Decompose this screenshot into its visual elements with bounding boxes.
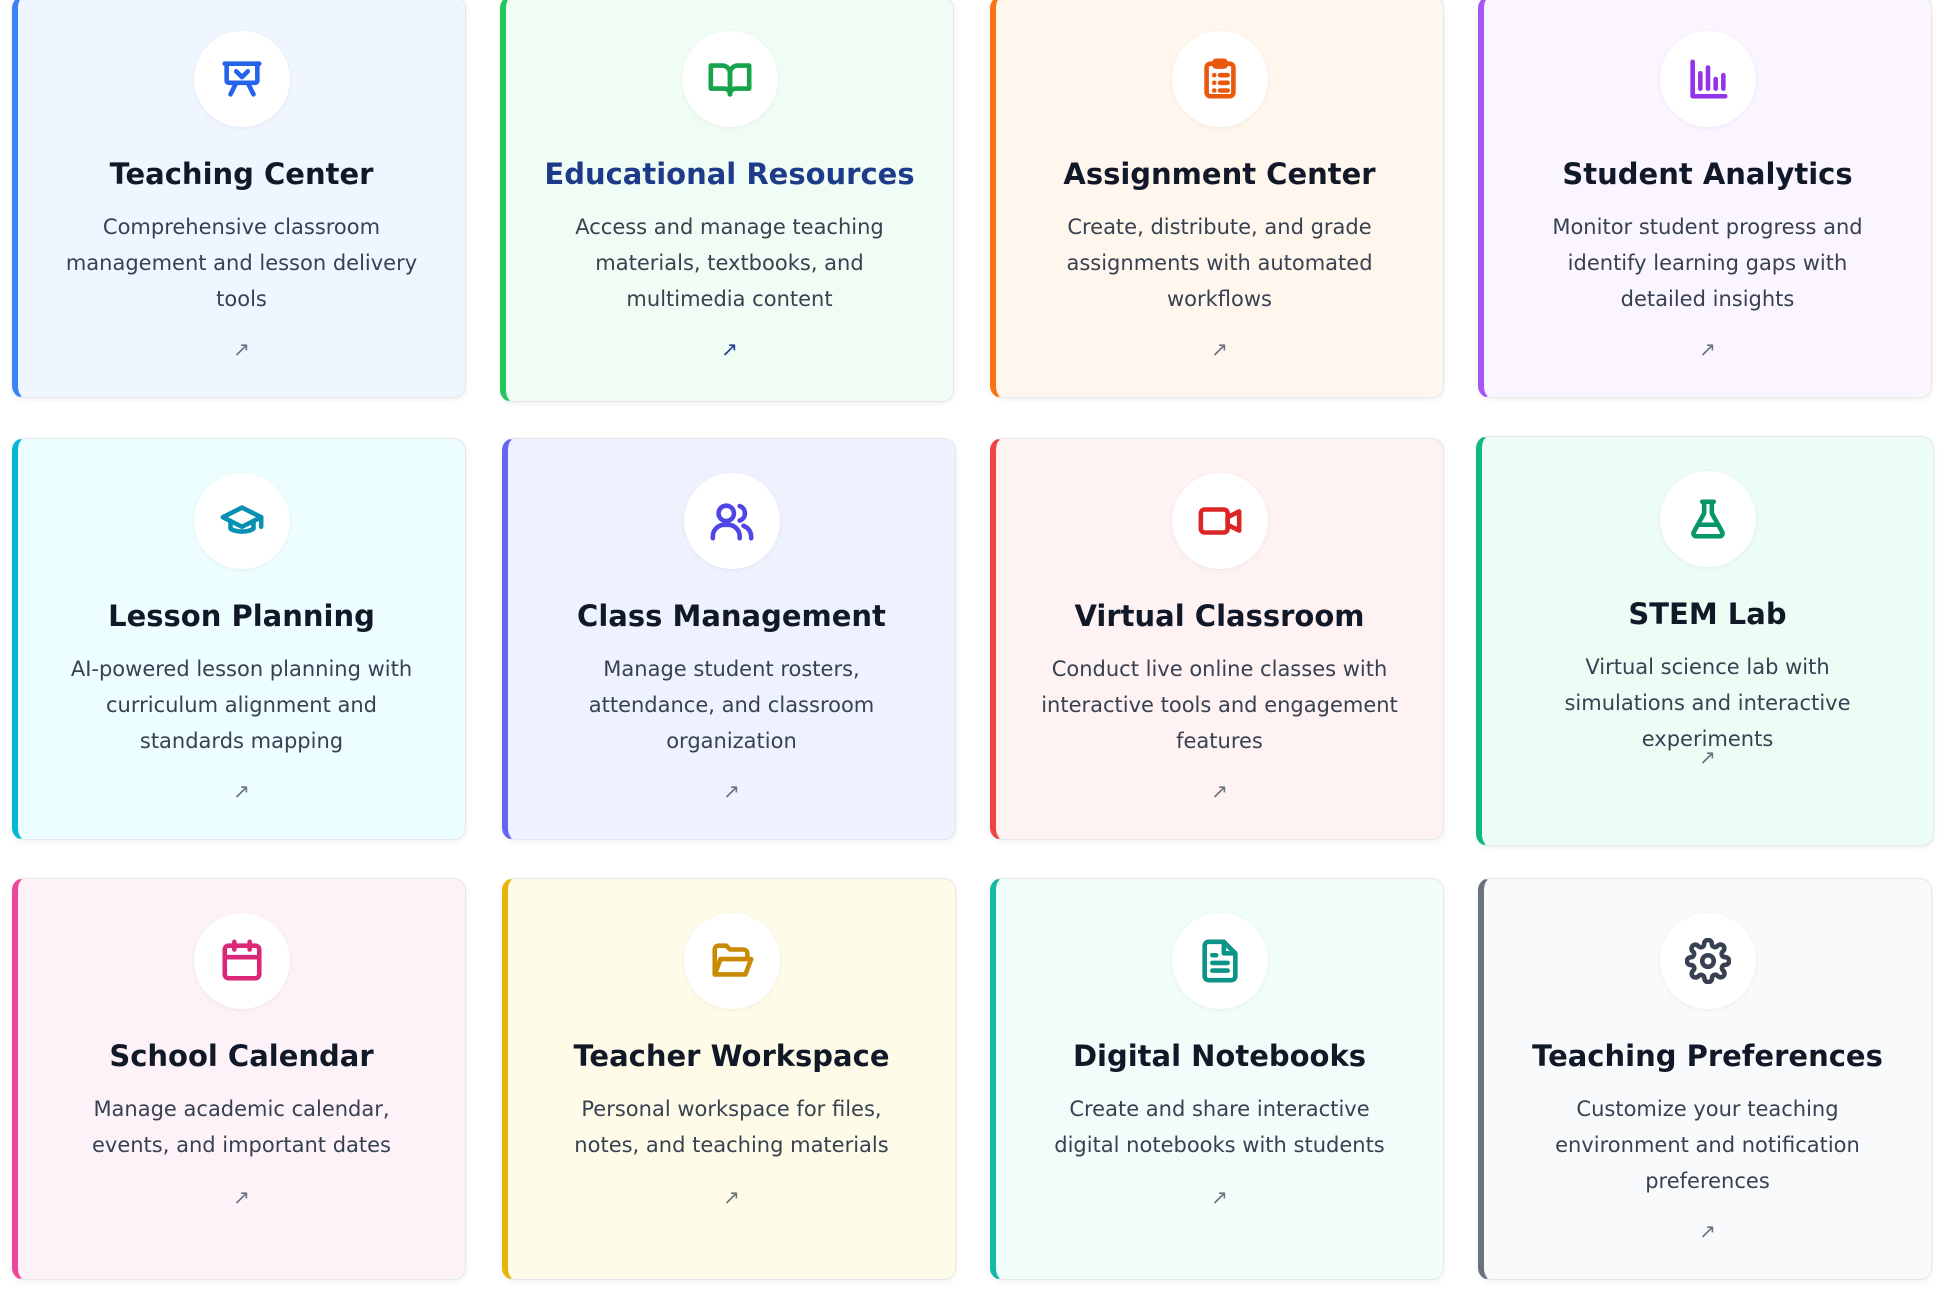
video-camera-icon [1198,507,1241,535]
card-class-management[interactable]: Class Management Manage student rosters,… [502,438,956,840]
card-digital-notebooks[interactable]: Digital Notebooks Create and share inter… [990,878,1444,1280]
arrow-up-right-icon[interactable]: ↗ [723,779,740,803]
card-title: Virtual Classroom [1074,599,1365,633]
card-teacher-workspace[interactable]: Teacher Workspace Personal workspace for… [502,878,956,1280]
card-description: Virtual science lab with simulations and… [1564,655,1851,751]
card-title: School Calendar [109,1039,374,1073]
calendar-icon [221,939,262,981]
icon-badge [193,31,290,127]
card-virtual-classroom[interactable]: Virtual Classroom Conduct live online cl… [990,438,1444,840]
icon-badge [193,473,290,569]
arrow-up-right-icon[interactable]: ↗ [1211,779,1228,803]
arrow-up-right-icon[interactable]: ↗ [1211,337,1228,361]
icon-badge [681,31,778,127]
card-lesson-planning[interactable]: Lesson Planning AI-powered lesson planni… [12,438,466,840]
folder-open-icon [711,943,753,977]
card-teaching-center[interactable]: Teaching Center Comprehensive classroom … [12,0,466,398]
feature-card-grid: Teaching Center Comprehensive classroom … [0,0,1960,1316]
icon-badge [1171,31,1268,127]
presentation-icon [221,61,262,97]
card-description: Manage academic calendar, events, and im… [91,1097,391,1157]
icon-badge [1659,31,1756,127]
card-stem-lab[interactable]: STEM Lab Virtual science lab with simula… [1476,436,1934,846]
clipboard-list-icon [1203,58,1236,99]
card-title: Class Management [577,599,886,633]
arrow-up-right-icon[interactable]: ↗ [723,1185,740,1209]
arrow-up-right-icon[interactable]: ↗ [233,337,250,361]
bar-chart-icon [1689,59,1728,99]
icon-badge [1659,913,1756,1009]
card-title: Lesson Planning [108,599,375,633]
icon-badge [1659,471,1756,567]
arrow-up-right-icon[interactable]: ↗ [721,337,738,361]
arrow-up-right-icon[interactable]: ↗ [1699,745,1716,769]
card-school-calendar[interactable]: School Calendar Manage academic calendar… [12,878,466,1280]
card-title: Teacher Workspace [573,1039,890,1073]
icon-badge [1171,913,1268,1009]
flask-icon [1690,499,1725,539]
icon-badge [683,913,780,1009]
arrow-up-right-icon[interactable]: ↗ [233,1185,250,1209]
card-student-analytics[interactable]: Student Analytics Monitor student progre… [1478,0,1932,398]
arrow-up-right-icon[interactable]: ↗ [233,779,250,803]
users-icon [710,503,753,541]
card-title: Student Analytics [1562,157,1853,191]
graduation-cap-icon [220,505,263,534]
card-title: Educational Resources [544,157,915,191]
card-teaching-preferences[interactable]: Teaching Preferences Customize your teac… [1478,878,1932,1280]
document-text-icon [1201,939,1238,983]
card-assignment-center[interactable]: Assignment Center Create, distribute, an… [990,0,1444,398]
card-description: Manage student rosters, attendance, and … [588,657,875,753]
card-title: STEM Lab [1628,597,1787,631]
card-description: Conduct live online classes with interac… [1041,657,1398,753]
card-description: AI-powered lesson planning with curricul… [70,657,413,753]
card-description: Comprehensive classroom management and l… [65,215,418,311]
book-open-icon [708,63,751,97]
icon-badge [193,913,290,1009]
gear-icon [1684,938,1731,984]
card-title: Assignment Center [1063,157,1376,191]
card-educational-resources[interactable]: Educational Resources Access and manage … [500,0,954,402]
card-description: Create and share interactive digital not… [1054,1097,1385,1157]
icon-badge [1171,473,1268,569]
card-description: Personal workspace for files, notes, and… [574,1097,889,1157]
card-title: Teaching Center [109,157,374,191]
card-description: Monitor student progress and identify le… [1552,215,1863,311]
arrow-up-right-icon[interactable]: ↗ [1699,1219,1716,1243]
arrow-up-right-icon[interactable]: ↗ [1211,1185,1228,1209]
arrow-up-right-icon[interactable]: ↗ [1699,337,1716,361]
icon-badge [683,473,780,569]
card-title: Digital Notebooks [1072,1039,1367,1073]
card-title: Teaching Preferences [1532,1039,1883,1073]
card-description: Customize your teaching environment and … [1555,1097,1860,1193]
card-description: Create, distribute, and grade assignment… [1066,215,1373,311]
card-description: Access and manage teaching materials, te… [575,215,884,311]
